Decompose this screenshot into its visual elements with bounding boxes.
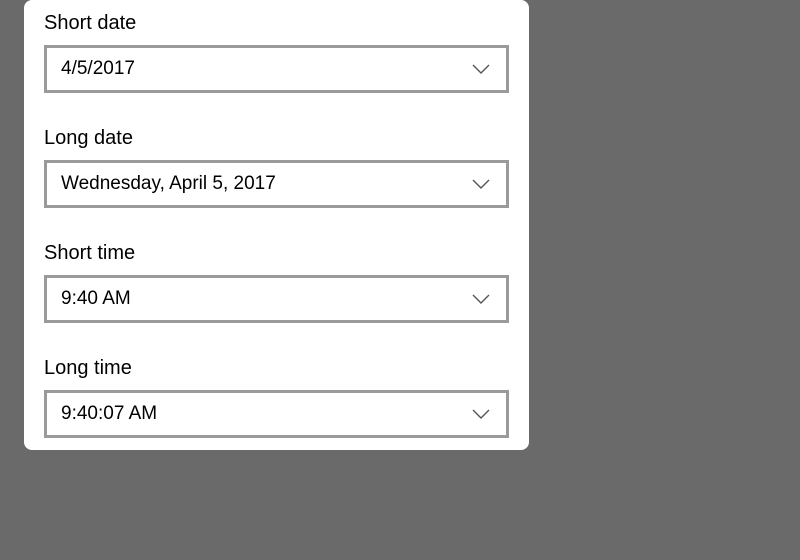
chevron-down-icon bbox=[470, 173, 492, 195]
long-date-label: Long date bbox=[44, 127, 509, 150]
chevron-down-icon bbox=[470, 403, 492, 425]
chevron-down-icon bbox=[470, 288, 492, 310]
long-time-label: Long time bbox=[44, 357, 509, 380]
short-time-group: Short time 9:40 AM bbox=[44, 242, 509, 323]
short-time-value: 9:40 AM bbox=[61, 288, 131, 310]
long-time-dropdown[interactable]: 9:40:07 AM bbox=[44, 390, 509, 438]
short-time-label: Short time bbox=[44, 242, 509, 265]
short-date-label: Short date bbox=[44, 12, 509, 35]
long-date-value: Wednesday, April 5, 2017 bbox=[61, 173, 276, 195]
short-date-value: 4/5/2017 bbox=[61, 58, 135, 80]
chevron-down-icon bbox=[470, 58, 492, 80]
long-date-dropdown[interactable]: Wednesday, April 5, 2017 bbox=[44, 160, 509, 208]
short-date-group: Short date 4/5/2017 bbox=[44, 12, 509, 93]
long-date-group: Long date Wednesday, April 5, 2017 bbox=[44, 127, 509, 208]
short-time-dropdown[interactable]: 9:40 AM bbox=[44, 275, 509, 323]
long-time-value: 9:40:07 AM bbox=[61, 403, 157, 425]
settings-panel: Short date 4/5/2017 Long date Wednesday,… bbox=[24, 0, 529, 450]
long-time-group: Long time 9:40:07 AM bbox=[44, 357, 509, 438]
short-date-dropdown[interactable]: 4/5/2017 bbox=[44, 45, 509, 93]
